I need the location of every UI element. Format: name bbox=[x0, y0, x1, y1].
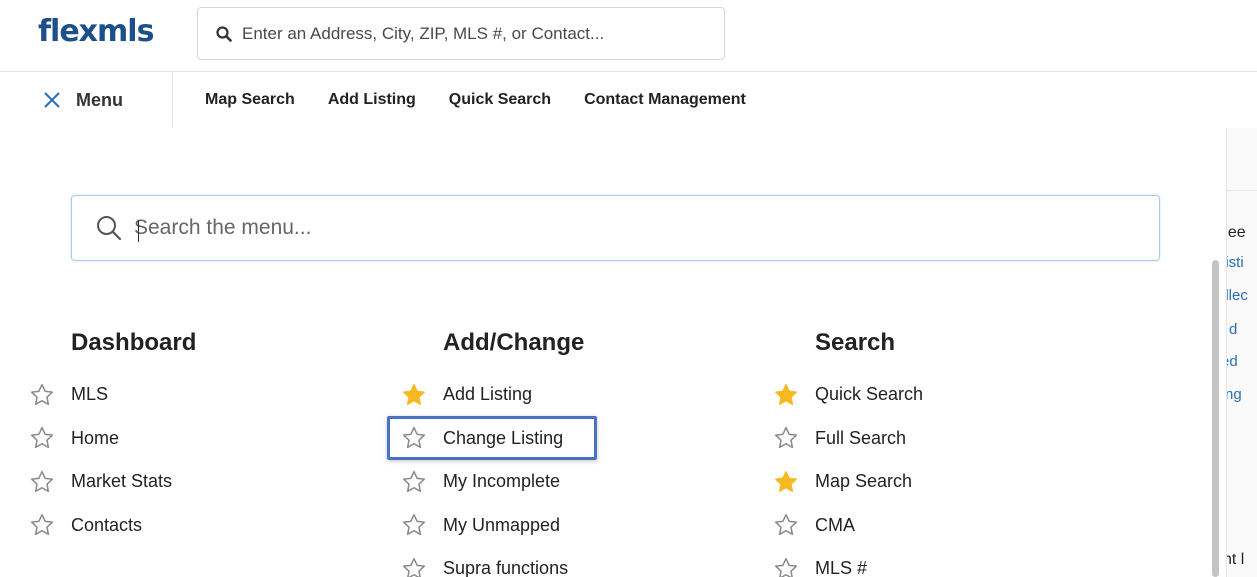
menu-search-input[interactable] bbox=[134, 216, 1114, 240]
menu-item-label: My Unmapped bbox=[443, 514, 561, 535]
star-icon[interactable] bbox=[773, 469, 799, 495]
menu-item-label: MLS # bbox=[815, 558, 868, 577]
menu-label: Menu bbox=[76, 89, 123, 110]
menu-scrollbar[interactable] bbox=[1212, 260, 1219, 577]
search-icon bbox=[216, 25, 232, 42]
menu-item[interactable]: MLS # bbox=[774, 547, 923, 577]
star-icon[interactable] bbox=[401, 556, 427, 577]
menu-item-label: Change Listing bbox=[443, 427, 564, 448]
close-icon bbox=[44, 92, 60, 108]
star-icon[interactable] bbox=[773, 512, 799, 538]
star-icon[interactable] bbox=[29, 512, 55, 538]
flexmls-logo[interactable]: flexmls bbox=[38, 14, 154, 49]
bg-fragment-link[interactable]: ellec bbox=[1227, 287, 1248, 304]
menu-search-box[interactable] bbox=[71, 195, 1160, 261]
menu-item[interactable]: Supra functions bbox=[402, 547, 584, 577]
global-search-input[interactable] bbox=[242, 23, 712, 44]
global-search-box[interactable] bbox=[197, 7, 725, 60]
star-icon[interactable] bbox=[29, 425, 55, 451]
menu-item-list: Add Listing Change Listing My Incomplete… bbox=[387, 373, 597, 577]
text-cursor bbox=[138, 220, 139, 242]
menu-item-label: My Incomplete bbox=[443, 471, 561, 492]
menu-item[interactable]: CMA bbox=[774, 504, 923, 548]
menu-item-label: MLS bbox=[71, 384, 109, 405]
menu-item[interactable]: MLS bbox=[30, 373, 196, 417]
nav-links: Map Search Add Listing Quick Search Cont… bbox=[205, 72, 779, 128]
menu-column-add-change: Add/Change Add Listing Change Listing My… bbox=[387, 326, 597, 577]
bg-fragment-link[interactable]: ed bbox=[1227, 353, 1238, 370]
nav-link-map-search[interactable]: Map Search bbox=[205, 91, 295, 109]
star-icon[interactable] bbox=[29, 469, 55, 495]
column-heading: Add/Change bbox=[443, 329, 585, 356]
menu-item[interactable]: Map Search bbox=[775, 460, 923, 504]
nav-link-quick-search[interactable]: Quick Search bbox=[449, 91, 551, 109]
menu-item[interactable]: Market Stats bbox=[30, 460, 196, 504]
menu-item-change-listing[interactable]: Change Listing bbox=[387, 415, 597, 461]
star-icon[interactable] bbox=[773, 556, 799, 577]
bg-fragment-link[interactable]: ng bbox=[1227, 386, 1242, 403]
bg-fragment-link[interactable]: Listi bbox=[1227, 254, 1244, 271]
bg-fragment: hee bbox=[1227, 224, 1246, 241]
menu-item-list: MLS Home Market Stats Contacts bbox=[30, 373, 196, 548]
menu-item[interactable]: Add Listing bbox=[403, 373, 584, 417]
nav-link-add-listing[interactable]: Add Listing bbox=[328, 91, 416, 109]
top-header: flexmls bbox=[0, 0, 1257, 72]
star-icon[interactable] bbox=[401, 469, 427, 495]
nav-bar: Menu Map Search Add Listing Quick Search… bbox=[0, 72, 1257, 128]
background-page-fragment: hee Listi ellec d ed ng nt l bbox=[1226, 128, 1257, 577]
menu-item-label: Home bbox=[71, 427, 120, 448]
menu-item[interactable]: Quick Search bbox=[775, 373, 924, 417]
menu-toggle-button[interactable]: Menu bbox=[0, 72, 173, 128]
star-icon[interactable] bbox=[773, 425, 799, 451]
menu-item-label: Add Listing bbox=[443, 384, 533, 405]
menu-item-label: CMA bbox=[815, 514, 855, 535]
bg-fragment: nt l bbox=[1227, 551, 1245, 568]
menu-item-list: Quick Search Full Search Map Search CMA … bbox=[774, 373, 924, 577]
menu-item[interactable]: My Incomplete bbox=[402, 460, 584, 504]
menu-item[interactable]: Home bbox=[30, 417, 196, 461]
menu-item[interactable]: Full Search bbox=[774, 417, 923, 461]
menu-item-label: Quick Search bbox=[815, 384, 924, 405]
menu-item[interactable]: My Unmapped bbox=[402, 504, 584, 548]
divider bbox=[1227, 190, 1257, 191]
search-icon bbox=[97, 216, 122, 241]
star-icon[interactable] bbox=[773, 382, 799, 408]
column-heading: Dashboard bbox=[71, 329, 197, 356]
star-icon[interactable] bbox=[401, 425, 427, 451]
column-heading: Search bbox=[815, 329, 896, 356]
menu-column-search: Search Quick Search Full Search Map Sear… bbox=[774, 326, 924, 577]
star-icon[interactable] bbox=[29, 382, 55, 408]
menu-item-label: Contacts bbox=[71, 514, 143, 535]
menu-item-label: Full Search bbox=[815, 427, 907, 448]
nav-link-contact-management[interactable]: Contact Management bbox=[584, 91, 746, 109]
star-icon[interactable] bbox=[401, 382, 427, 408]
menu-item[interactable]: Contacts bbox=[30, 504, 196, 548]
bg-fragment-link[interactable]: d bbox=[1229, 321, 1237, 338]
star-icon[interactable] bbox=[401, 512, 427, 538]
menu-item-label: Supra functions bbox=[443, 558, 569, 577]
menu-column-dashboard: Dashboard MLS Home Market Stats Contacts bbox=[30, 326, 197, 548]
menu-item-label: Map Search bbox=[815, 471, 913, 492]
menu-item-label: Market Stats bbox=[71, 471, 173, 492]
